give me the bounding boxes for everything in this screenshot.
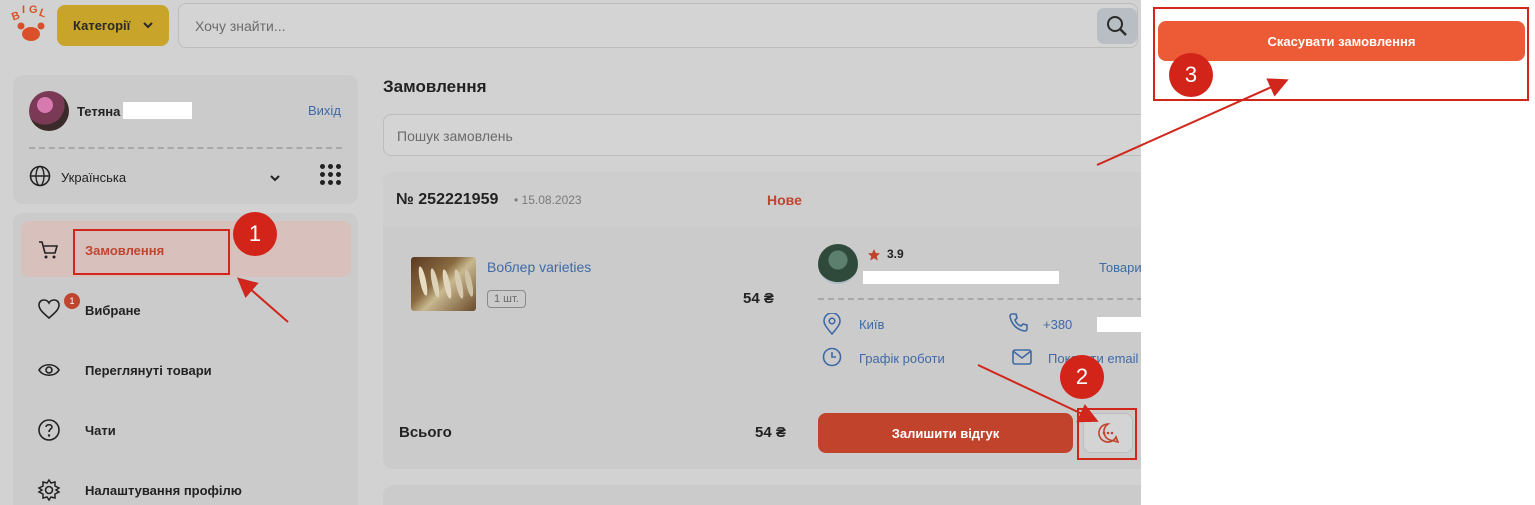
annotation-number-2: 2	[1060, 355, 1104, 399]
annotation-number-1: 1	[233, 212, 277, 256]
annotation-number-3: 3	[1169, 53, 1213, 97]
annotation-arrows	[236, 78, 1289, 423]
